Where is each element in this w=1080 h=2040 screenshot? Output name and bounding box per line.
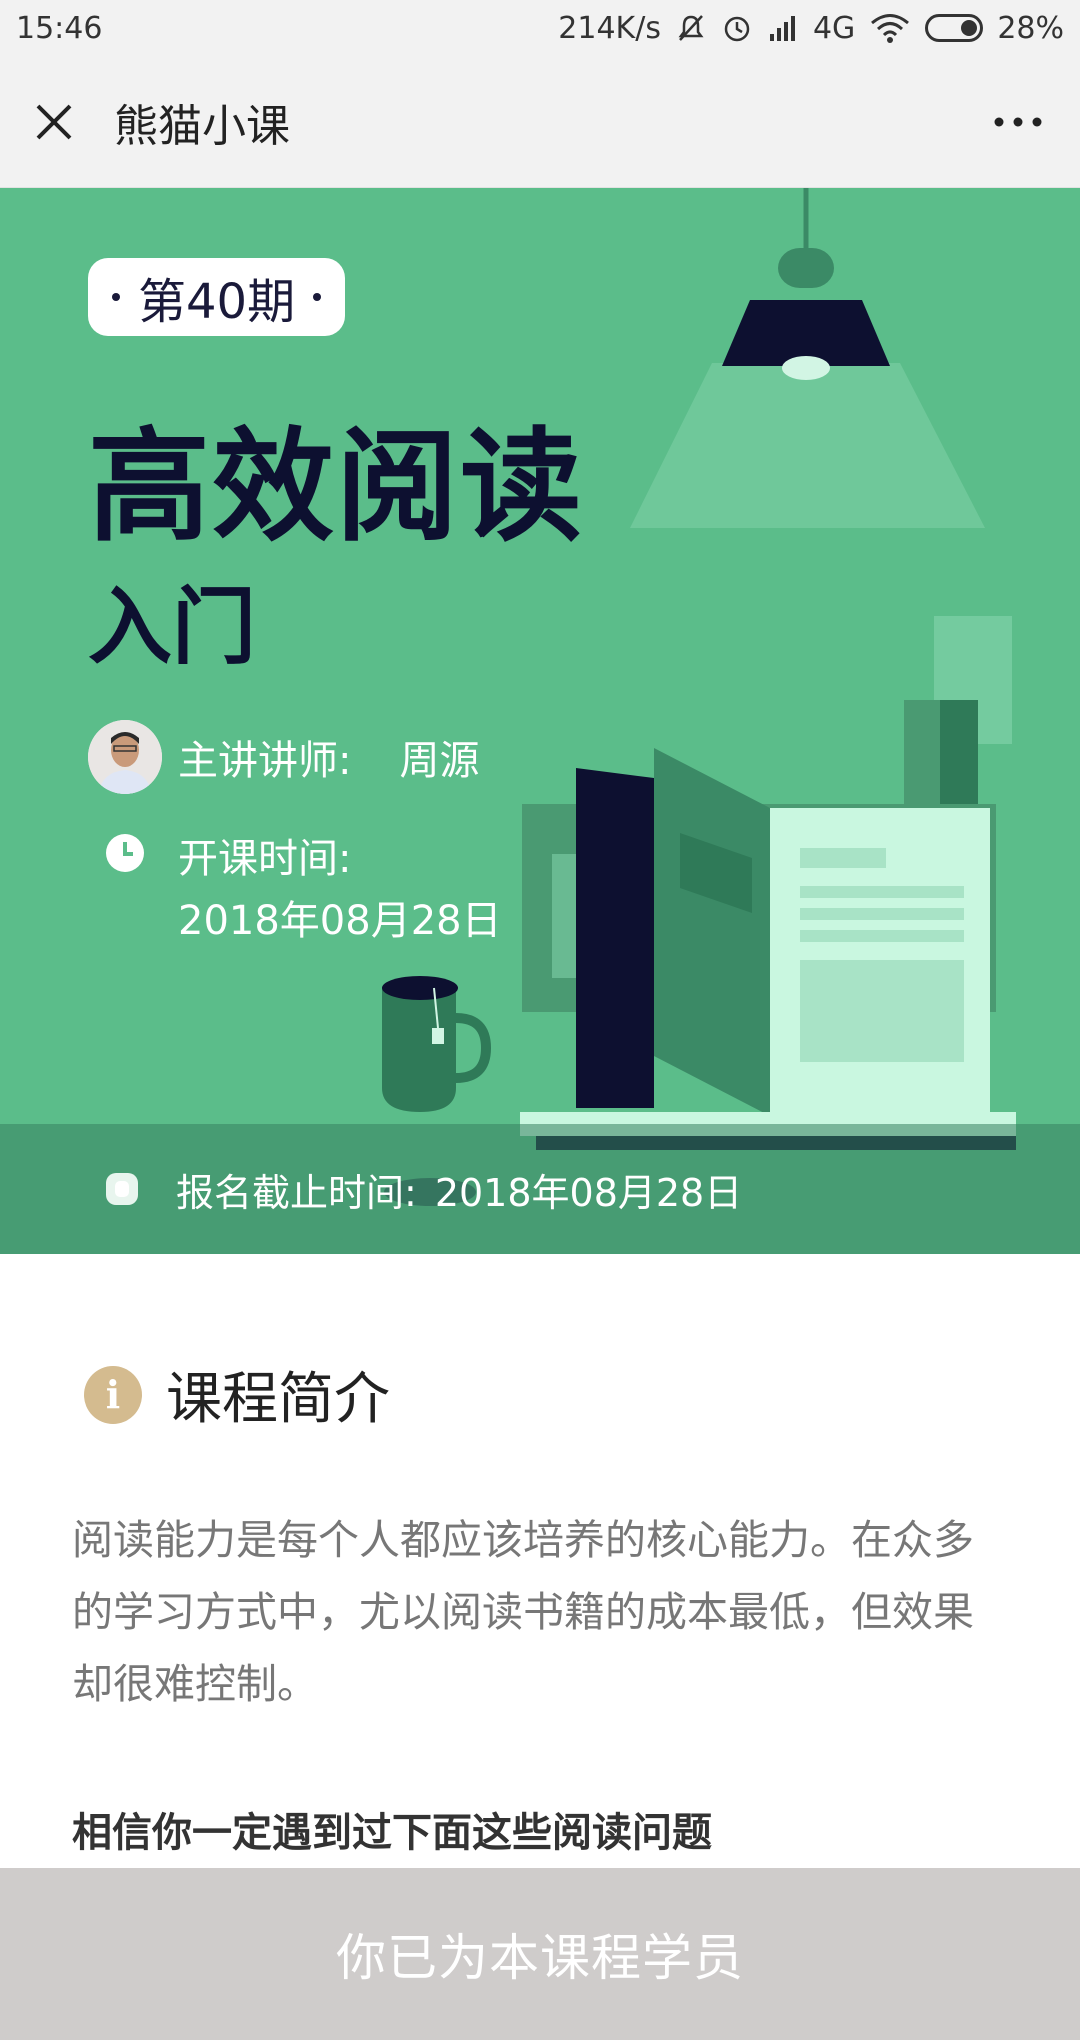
signal-icon	[769, 16, 795, 41]
more-button[interactable]	[988, 100, 1048, 144]
course-intro: i 课程简介 阅读能力是每个人都应该培养的核心能力。在众多的学习方式中，尤以阅读…	[0, 1254, 1080, 1868]
sub-heading: 相信你一定遇到过下面这些阅读问题	[72, 1810, 712, 1856]
close-button[interactable]	[32, 100, 76, 144]
page-title: 熊猫小课	[114, 100, 290, 152]
start-time-row: 开课时间: 2018年08月28日	[104, 828, 502, 952]
teacher-name: 周源	[399, 738, 480, 784]
lamp-light	[630, 363, 985, 528]
start-time-value: 2018年08月28日	[178, 898, 502, 944]
teacher-avatar	[88, 720, 162, 794]
info-icon: i	[84, 1365, 142, 1424]
course-subtitle: 入门	[88, 578, 257, 676]
teacher-label: 主讲讲师:	[178, 738, 352, 784]
deadline-icon	[106, 1173, 138, 1205]
network-type: 4G	[812, 10, 856, 46]
mute-icon	[678, 15, 704, 41]
section-header: i 课程简介	[84, 1354, 390, 1435]
network-speed: 214K/s	[558, 10, 661, 46]
deadline-label: 报名截止时间:	[176, 1170, 417, 1215]
more-icon	[994, 117, 1042, 126]
course-banner: 第40期 高效阅读 入门 主讲讲师: 周源 开课时间: 2018年08月28日	[0, 188, 1080, 1254]
clock-icon	[106, 834, 144, 872]
teacher-row: 主讲讲师: 周源	[88, 720, 479, 794]
section-title: 课程简介	[166, 1367, 390, 1432]
deadline-value: 2018年08月28日	[434, 1170, 743, 1215]
status-bar: 15:46 214K/s 4G 28%	[0, 0, 1080, 56]
course-title: 高效阅读	[88, 416, 584, 558]
deadline-band: 报名截止时间: 2018年08月28日	[0, 1124, 1080, 1254]
status-time: 15:46	[16, 10, 103, 46]
battery-level: 28%	[997, 10, 1064, 46]
battery-icon	[925, 14, 984, 42]
wifi-icon	[871, 14, 910, 43]
close-icon	[36, 104, 72, 139]
intro-paragraph: 阅读能力是每个人都应该培养的核心能力。在众多的学习方式中，尤以阅读书籍的成本最低…	[72, 1516, 974, 1708]
issue-badge-label: 第40期	[138, 274, 296, 330]
issue-badge: 第40期	[88, 258, 346, 336]
nav-bar: 熊猫小课	[0, 56, 1080, 188]
start-time-label: 开课时间:	[178, 836, 352, 882]
alarm-icon	[724, 16, 750, 42]
enrolled-status-button[interactable]: 你已为本课程学员	[0, 1868, 1080, 2040]
